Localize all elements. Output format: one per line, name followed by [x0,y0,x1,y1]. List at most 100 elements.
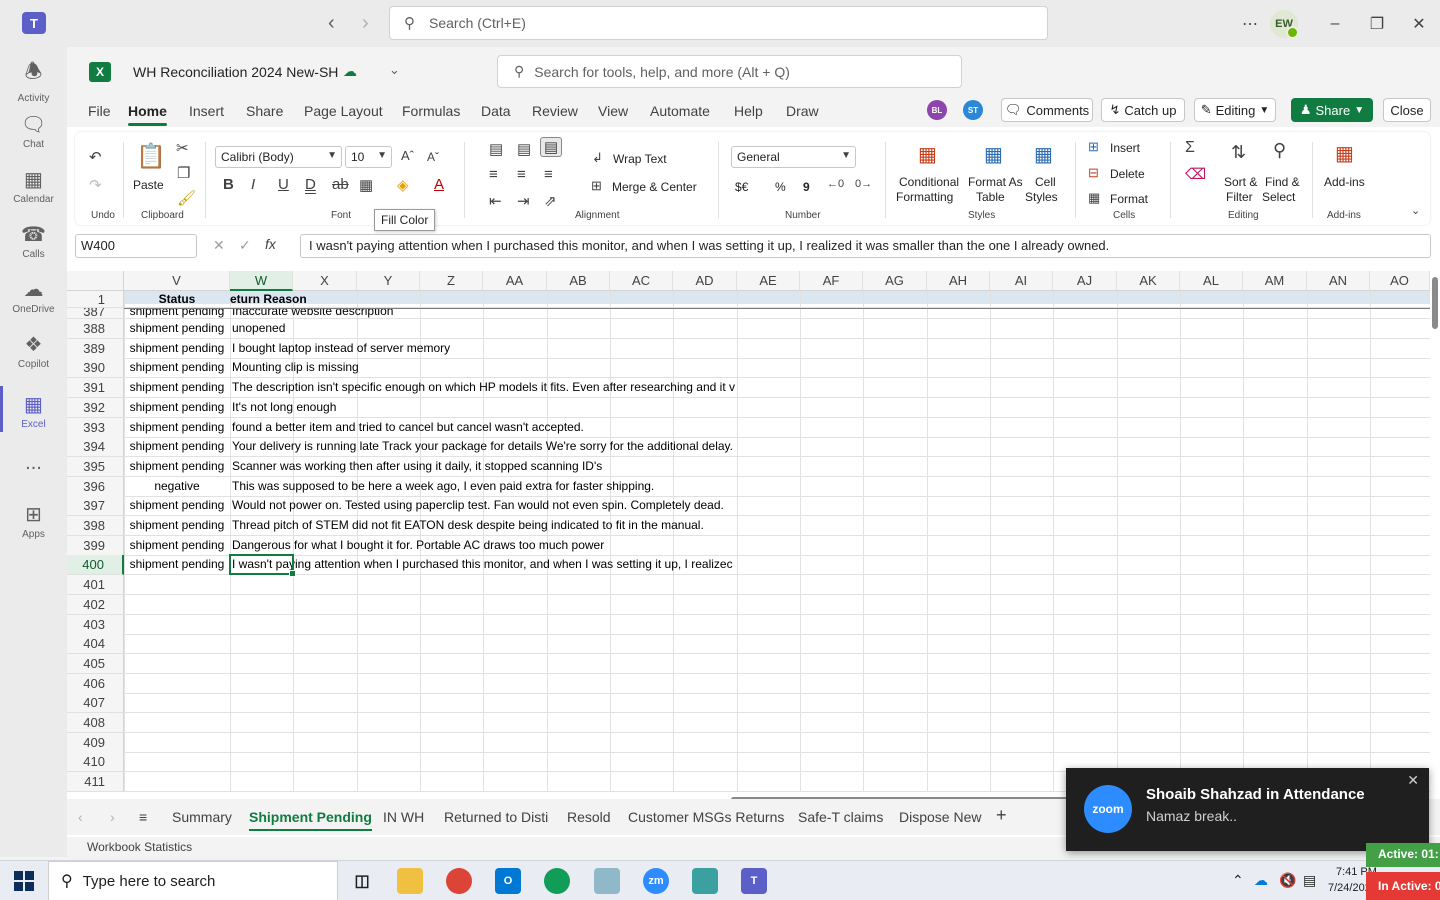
status-cell[interactable]: shipment pending [124,319,230,339]
decrease-indent-icon[interactable]: ⇤ [489,192,502,210]
clear-icon[interactable]: ⌫ [1185,165,1206,183]
double-underline-icon[interactable]: D [305,176,316,193]
teams-app-icon[interactable]: T [741,868,767,894]
minimize-icon[interactable]: – [1314,15,1356,33]
status-cell[interactable]: shipment pending [124,437,230,457]
status-cell[interactable]: shipment pending [124,339,230,359]
conditional-formatting-icon[interactable]: ▦ [918,142,937,167]
vertical-scrollbar[interactable] [1430,265,1440,795]
filter-label[interactable]: Filter [1226,190,1253,204]
find-select-button[interactable]: Find & [1265,175,1300,189]
align-middle-icon[interactable]: ▤ [517,140,531,158]
merge-center-button[interactable]: Merge & Center [612,180,697,194]
rail-item-activity[interactable]: 🕭 Activity [0,57,67,104]
reason-cell[interactable]: Mounting clip is missing [232,358,736,378]
column-header-ak[interactable]: AK [1117,271,1180,291]
column-header-ai[interactable]: AI [990,271,1053,291]
increase-decimal-icon[interactable]: ←0 [827,178,844,190]
close-button[interactable]: Close [1383,98,1431,122]
add-ins-icon[interactable]: ▦ [1335,141,1354,166]
format-as-table-button[interactable]: Format As [968,175,1023,189]
sheet-tab-shipment-pending[interactable]: Shipment Pending [249,809,372,831]
rail-item-calendar[interactable]: ▦ Calendar [0,167,67,205]
strikethrough-icon[interactable]: ab [332,176,349,193]
row-header-391[interactable]: 391 [67,378,124,399]
reason-cell[interactable]: Thread pitch of STEM did not fit EATON d… [232,516,736,536]
format-cells-button[interactable]: Format [1110,192,1148,206]
status-cell[interactable]: shipment pending [124,516,230,536]
tab-page-layout[interactable]: Page Layout [304,103,383,119]
format-cells-icon[interactable]: ▦ [1088,190,1100,206]
row-header-393[interactable]: 393 [67,417,124,438]
column-header-w[interactable]: W [230,271,293,291]
reason-cell[interactable]: unopened [232,319,736,339]
align-top-icon[interactable]: ▤ [489,140,503,158]
taskbar-search-input[interactable]: ⚲ Type here to search [48,861,338,900]
tab-home[interactable]: Home [128,103,167,126]
column-header-aj[interactable]: AJ [1053,271,1117,291]
sheet-tab-summary[interactable]: Summary [172,809,232,825]
comma-format-button[interactable]: 9 [803,180,810,194]
insert-function-icon[interactable]: fx [265,236,276,252]
sheet-tab-in-wh[interactable]: IN WH [383,809,424,825]
column-header-am[interactable]: AM [1243,271,1307,291]
row-header-411[interactable]: 411 [67,772,124,793]
column-header-ad[interactable]: AD [673,271,737,291]
file-explorer-icon[interactable] [397,868,423,894]
row-header-389[interactable]: 389 [67,338,124,359]
tab-automate[interactable]: Automate [650,103,710,119]
sheet-tab-resold[interactable]: Resold [567,809,611,825]
table-label[interactable]: Table [976,190,1005,204]
row-header-402[interactable]: 402 [67,594,124,615]
column-header-ac[interactable]: AC [610,271,673,291]
row-header-388[interactable]: 388 [67,319,124,339]
scroll-thumb[interactable] [1432,277,1438,329]
ribbon-expand-icon[interactable]: ⌄ [1411,204,1420,217]
styles-label[interactable]: Styles [1025,190,1058,204]
workbook-title[interactable]: WH Reconciliation 2024 New-SH [133,64,338,80]
sort-filter-icon[interactable]: ⇅ [1231,142,1246,163]
name-box[interactable]: W400 [75,234,197,258]
sheet-tab-safe-t-claims[interactable]: Safe-T claims [798,809,883,825]
share-button[interactable]: ♟ Share ▼ [1291,98,1373,122]
restore-icon[interactable]: ❐ [1356,14,1398,34]
tab-review[interactable]: Review [532,103,578,119]
status-cell[interactable]: shipment pending [124,358,230,378]
collaborator-avatar[interactable]: BL [927,100,947,120]
row-header-387[interactable]: 387 [67,308,124,319]
outlook-icon[interactable]: O [495,868,521,894]
enter-icon[interactable]: ✓ [239,237,251,254]
font-color-icon[interactable]: A [434,176,444,193]
column-header-y[interactable]: Y [357,271,420,291]
status-cell[interactable]: shipment pending [124,536,230,556]
column-header-an[interactable]: AN [1307,271,1370,291]
tray-chevron-icon[interactable]: ⌃ [1232,872,1244,889]
conditional-formatting-button[interactable]: Conditional [899,175,959,189]
close-window-icon[interactable]: ✕ [1398,14,1440,34]
rail-item-onedrive[interactable]: ☁ OneDrive [0,277,67,315]
collaborator-avatar[interactable]: ST [963,100,983,120]
add-sheet-icon[interactable]: + [996,805,1007,826]
sort-filter-button[interactable]: Sort & [1224,175,1257,189]
chrome-profile-icon[interactable] [544,868,570,894]
chrome-icon[interactable] [446,868,472,894]
wrap-text-button[interactable]: Wrap Text [613,152,667,166]
fill-color-icon[interactable]: ◈ [397,176,409,194]
row-header-406[interactable]: 406 [67,673,124,694]
column-header-ae[interactable]: AE [737,271,800,291]
add-ins-button[interactable]: Add-ins [1324,175,1365,189]
status-cell[interactable]: negative [124,477,230,497]
column-header-aa[interactable]: AA [483,271,547,291]
reason-cell[interactable]: This was supposed to be here a week ago,… [232,477,736,497]
status-cell[interactable]: shipment pending [124,555,230,575]
row-header-400[interactable]: 400 [67,555,124,576]
insert-cells-icon[interactable]: ⊞ [1088,139,1099,155]
font-size-select[interactable]: 10 ▼ [345,146,392,168]
reason-cell[interactable]: found a better item and tried to cancel … [232,418,736,438]
paste-label[interactable]: Paste [133,178,164,192]
reason-cell[interactable]: Scanner was working then after using it … [232,457,736,477]
rail-item-apps[interactable]: ⊞ Apps [0,502,67,540]
column-header-ah[interactable]: AH [927,271,990,291]
row-header-401[interactable]: 401 [67,575,124,596]
tab-help[interactable]: Help [734,103,763,119]
